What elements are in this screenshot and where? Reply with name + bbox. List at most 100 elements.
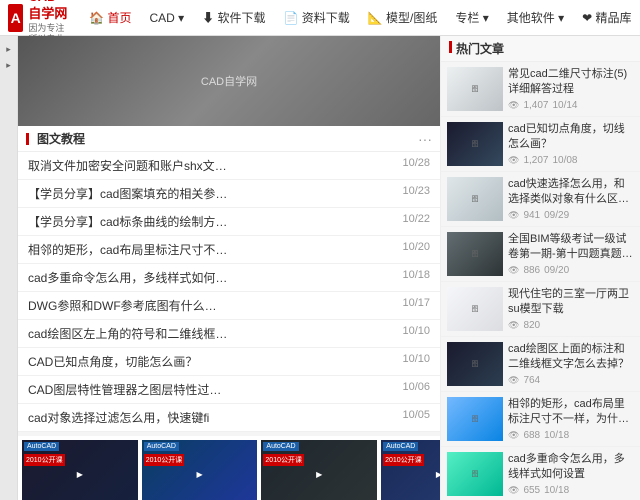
- hot-meta-2: 👁 941 09/29: [508, 210, 634, 221]
- video-item-1[interactable]: AutoCAD 2010公开课 ▶ 【CAD2010公开课】第...: [142, 440, 258, 500]
- hot-meta-4: 👁 820: [508, 320, 634, 331]
- nav-data-download[interactable]: 📄 资料下载: [276, 5, 358, 30]
- article-list: 取消文件加密安全问题和账户shx文件对话框 10/28 【学员分享】cad图案填…: [18, 152, 440, 432]
- article-date: 10/05: [402, 409, 430, 426]
- article-item-8[interactable]: CAD图层特性管理器之图层特性过滤器，未协调图层和隔离图层 10/06: [18, 376, 440, 404]
- article-title: DWG参照和DWF参考底图有什么区别？: [28, 297, 228, 314]
- hot-title-7: cad多重命令怎么用，多线样式如何设置: [508, 452, 634, 483]
- main-nav: 🏠 首页 CAD ▾ ⬇ 软件下载 📄 资料下载 📐 模型/图纸 专栏 ▾ 其他…: [81, 5, 639, 30]
- hot-title-1: cad已知切点角度，切线怎么画？: [508, 122, 634, 153]
- autocad-badge: AutoCAD: [144, 442, 179, 451]
- hot-content-0: 常见cad二维尺寸标注(5)详细解答过程 👁 1,407 10/14: [508, 67, 634, 111]
- nav-model[interactable]: 📐 模型/图纸: [360, 5, 446, 30]
- video-thumb-3: AutoCAD 2010公开课 ▶: [381, 440, 440, 500]
- article-title: CAD已知点角度，切能怎么画？: [28, 353, 228, 370]
- hot-date-3: 09/20: [544, 265, 569, 276]
- hot-views-1: 1,207: [523, 155, 548, 166]
- article-title: 【学员分享】cad标条曲线的绘制方法讲解: [28, 213, 228, 230]
- article-date: 10/06: [402, 381, 430, 398]
- eye-icon: 👁: [508, 265, 519, 276]
- period-badge: 2010公开课: [383, 454, 424, 466]
- hot-views-4: 820: [523, 320, 540, 331]
- article-section-title: 图文教程: [26, 130, 85, 147]
- hot-views-5: 764: [523, 375, 540, 386]
- hot-thumb-1: 图: [447, 122, 503, 166]
- article-date: 10/17: [402, 297, 430, 314]
- article-date: 10/18: [402, 269, 430, 286]
- article-section-header: 图文教程 ···: [18, 126, 440, 152]
- article-section: 图文教程 ··· 取消文件加密安全问题和账户shx文件对话框 10/28 【学员…: [18, 126, 440, 432]
- hot-article-0[interactable]: 图 常见cad二维尺寸标注(5)详细解答过程 👁 1,407 10/14: [441, 62, 640, 117]
- period-badge: 2010公开课: [24, 454, 65, 466]
- article-date: 10/10: [402, 353, 430, 370]
- article-item-1[interactable]: 【学员分享】cad图案填充的相关参数设置讲解 10/23: [18, 180, 440, 208]
- brand-name: CAD自学网: [28, 0, 69, 23]
- article-date: 10/20: [402, 241, 430, 258]
- hot-title-5: cad绘图区上面的标注和二维线框文字怎么去掉？: [508, 342, 634, 373]
- hot-content-3: 全国BIM等级考试一级试卷第一期-第十四题真题下载 👁 886 09/20: [508, 232, 634, 276]
- hot-thumb-0: 图: [447, 67, 503, 111]
- hot-content-5: cad绘图区上面的标注和二维线框文字怎么去掉？ 👁 764: [508, 342, 634, 386]
- hot-title-0: 常见cad二维尺寸标注(5)详细解答过程: [508, 67, 634, 98]
- article-title: cad绘图区左上角的符号和二维线框文字怎么去掉？: [28, 325, 228, 342]
- article-date: 10/10: [402, 325, 430, 342]
- eye-icon: 👁: [508, 100, 519, 111]
- hot-views-0: 1,407: [523, 100, 548, 111]
- hot-articles-list: 图 常见cad二维尺寸标注(5)详细解答过程 👁 1,407 10/14 图 c…: [441, 62, 640, 500]
- article-item-2[interactable]: 【学员分享】cad标条曲线的绘制方法讲解 10/22: [18, 208, 440, 236]
- hot-date-7: 10/18: [544, 485, 569, 496]
- period-badge: 2010公开课: [263, 454, 304, 466]
- nav-premium[interactable]: ❤ 精品库: [574, 5, 639, 30]
- article-title: 【学员分享】cad图案填充的相关参数设置讲解: [28, 185, 228, 202]
- nav-column[interactable]: 专栏 ▾: [447, 5, 496, 30]
- hot-article-3[interactable]: 图 全国BIM等级考试一级试卷第一期-第十四题真题下载 👁 886 09/20: [441, 227, 640, 282]
- hot-article-7[interactable]: 图 cad多重命令怎么用，多线样式如何设置 👁 655 10/18: [441, 447, 640, 500]
- video-item-0[interactable]: AutoCAD 2010公开课 ▶ 【CAD2010公开课】第...: [22, 440, 138, 500]
- hot-date-0: 10/14: [552, 100, 577, 111]
- hot-article-1[interactable]: 图 cad已知切点角度，切线怎么画？ 👁 1,207 10/08: [441, 117, 640, 172]
- hot-thumb-5: 图: [447, 342, 503, 386]
- hot-article-2[interactable]: 图 cad快速选择怎么用，和选择类似对象有什么区别？ 👁 941 09/29: [441, 172, 640, 227]
- video-item-3[interactable]: AutoCAD 2010公开课 ▶ 【CAD2010公开课】第...: [381, 440, 440, 500]
- article-item-7[interactable]: CAD已知点角度，切能怎么画？ 10/10: [18, 348, 440, 376]
- hot-articles-header: 热门文章: [441, 36, 640, 62]
- article-title: cad多重命令怎么用，多线样式如何设置: [28, 269, 228, 286]
- article-item-0[interactable]: 取消文件加密安全问题和账户shx文件对话框 10/28: [18, 152, 440, 180]
- hot-thumb-3: 图: [447, 232, 503, 276]
- nav-download[interactable]: ⬇ 软件下载: [194, 5, 273, 30]
- hot-views-7: 655: [523, 485, 540, 496]
- video-section: AutoCAD 2010公开课 ▶ 【CAD2010公开课】第... AutoC…: [18, 436, 440, 500]
- nav-home[interactable]: 🏠 首页: [81, 5, 139, 30]
- video-thumb-2: AutoCAD 2010公开课 ▶: [261, 440, 377, 500]
- hot-article-6[interactable]: 图 相邻的矩形，cad布局里标注尺寸不一样，为什么？ 👁 688 10/18: [441, 392, 640, 447]
- nav-cad[interactable]: CAD ▾: [141, 7, 192, 29]
- hot-thumb-2: 图: [447, 177, 503, 221]
- hot-date-2: 09/29: [544, 210, 569, 221]
- article-item-3[interactable]: 相邻的矩形，cad布局里标注尺寸不一样，为什么？ 10/20: [18, 236, 440, 264]
- section-more-dots[interactable]: ···: [418, 131, 432, 147]
- nav-other-software[interactable]: 其他软件 ▾: [499, 5, 572, 30]
- hot-thumb-7: 图: [447, 452, 503, 496]
- featured-banner: CAD自学网: [18, 36, 440, 126]
- article-item-6[interactable]: cad绘图区左上角的符号和二维线框文字怎么去掉？ 10/10: [18, 320, 440, 348]
- sidebar-icon-1: ▸: [3, 44, 15, 56]
- header: A CAD自学网 因为专注 所以专业 🏠 首页 CAD ▾ ⬇ 软件下载 📄 资…: [0, 0, 640, 36]
- hot-meta-3: 👁 886 09/20: [508, 265, 634, 276]
- left-sidebar: ▸ ▸: [0, 36, 18, 500]
- sidebar-icon-2: ▸: [3, 60, 15, 72]
- video-label: ▶: [77, 470, 83, 479]
- article-title: cad对象选择过滤怎么用，快速键fi: [28, 409, 228, 426]
- video-item-2[interactable]: AutoCAD 2010公开课 ▶ 【CAD2010公开课】第...: [261, 440, 377, 500]
- period-badge: 2010公开课: [144, 454, 185, 466]
- hot-date-1: 10/08: [552, 155, 577, 166]
- hot-title-2: cad快速选择怎么用，和选择类似对象有什么区别？: [508, 177, 634, 208]
- video-label: ▶: [436, 470, 440, 479]
- eye-icon: 👁: [508, 375, 519, 386]
- article-item-9[interactable]: cad对象选择过滤怎么用，快速键fi 10/05: [18, 404, 440, 432]
- article-item-4[interactable]: cad多重命令怎么用，多线样式如何设置 10/18: [18, 264, 440, 292]
- article-item-5[interactable]: DWG参照和DWF参考底图有什么区别？ 10/17: [18, 292, 440, 320]
- hot-article-5[interactable]: 图 cad绘图区上面的标注和二维线框文字怎么去掉？ 👁 764: [441, 337, 640, 392]
- hot-article-4[interactable]: 图 现代住宅的三室一厅两卫su模型下载 👁 820: [441, 282, 640, 337]
- article-date: 10/28: [402, 157, 430, 174]
- hot-date-6: 10/18: [544, 430, 569, 441]
